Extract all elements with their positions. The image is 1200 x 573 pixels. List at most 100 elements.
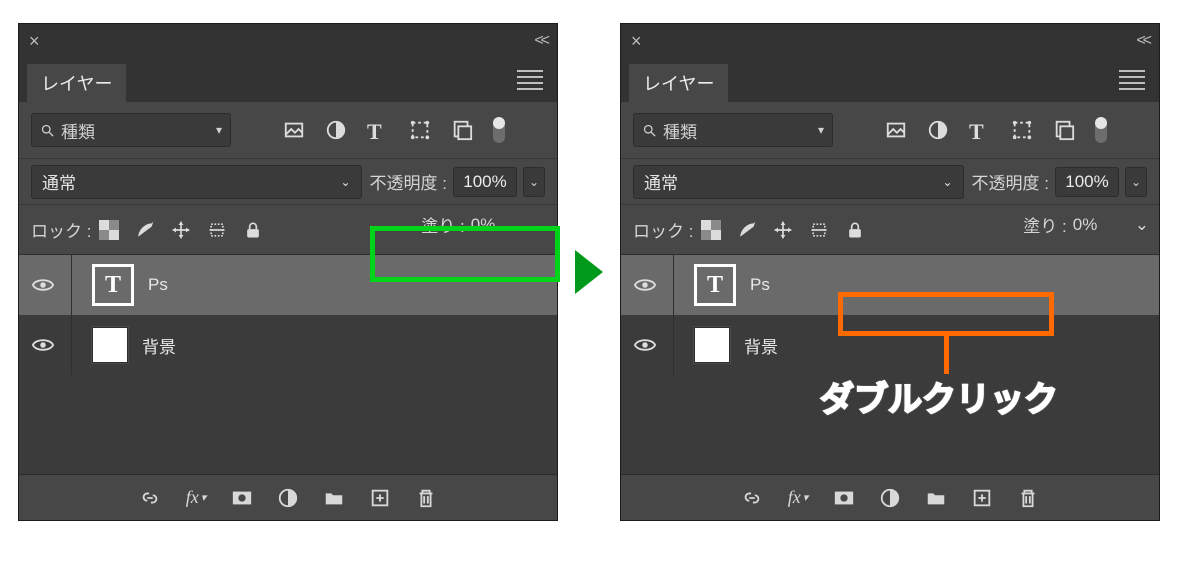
layer-fx-icon[interactable]: fx▾: [185, 487, 207, 509]
layer-name[interactable]: 背景: [142, 333, 176, 358]
blend-row: 通常 ⌄ 不透明度 : 100% ⌄: [621, 158, 1159, 204]
layer-row[interactable]: T Ps: [621, 255, 1159, 315]
chevron-down-icon: ▾: [818, 123, 824, 137]
collapse-icon[interactable]: <<: [1136, 32, 1149, 50]
visibility-toggle[interactable]: [29, 274, 57, 296]
panel-topbar: × <<: [19, 24, 557, 58]
filter-shape-icon[interactable]: [1011, 119, 1033, 141]
panel-menu-icon[interactable]: [517, 66, 543, 94]
fill-label: 塗り :: [421, 212, 464, 237]
filter-kind-label: 種類: [663, 118, 812, 143]
visibility-toggle[interactable]: [29, 334, 57, 356]
lock-position-icon[interactable]: [171, 220, 191, 240]
search-icon: [40, 123, 55, 138]
filter-type-icon[interactable]: T: [969, 119, 991, 141]
fill-value[interactable]: 0%: [1073, 215, 1129, 235]
annotation-arrow-icon: [575, 250, 603, 294]
filter-smartobject-icon[interactable]: [1053, 119, 1075, 141]
layers-panel-left: × << レイヤー 種類 ▾ T: [18, 23, 558, 521]
panel-tab-row: レイヤー: [19, 58, 557, 102]
filter-type-icons: T: [243, 117, 545, 143]
layer-mask-icon[interactable]: [231, 487, 253, 509]
opacity-dropdown[interactable]: ⌄: [1125, 167, 1147, 197]
chevron-down-icon: ▾: [216, 123, 222, 137]
filter-pixel-icon[interactable]: [283, 119, 305, 141]
opacity-dropdown[interactable]: ⌄: [523, 167, 545, 197]
lock-artboard-icon[interactable]: [809, 220, 829, 240]
new-group-icon[interactable]: [925, 487, 947, 509]
panel-menu-icon[interactable]: [1119, 66, 1145, 94]
lock-row: ロック : 塗り : 0% ⌄: [19, 204, 557, 254]
panel-footer: fx▾: [621, 474, 1159, 520]
lock-all-icon[interactable]: [243, 220, 263, 240]
filter-kind-label: 種類: [61, 118, 210, 143]
layer-row[interactable]: 背景: [19, 315, 557, 375]
filter-kind-select[interactable]: 種類 ▾: [31, 113, 231, 147]
panel-topbar: × <<: [621, 24, 1159, 58]
lock-pixels-icon[interactable]: [135, 220, 155, 240]
visibility-toggle[interactable]: [631, 274, 659, 296]
opacity-value[interactable]: 100%: [453, 167, 517, 197]
filter-kind-select[interactable]: 種類 ▾: [633, 113, 833, 147]
lock-position-icon[interactable]: [773, 220, 793, 240]
blend-mode-select[interactable]: 通常 ⌄: [633, 165, 964, 199]
fill-value[interactable]: 0%: [471, 215, 527, 235]
blend-mode-value: 通常: [42, 169, 76, 194]
search-icon: [642, 123, 657, 138]
opacity-label: 不透明度 :: [972, 169, 1049, 194]
filter-type-icon[interactable]: T: [367, 119, 389, 141]
fill-dropdown[interactable]: ⌄: [1135, 215, 1149, 235]
new-group-icon[interactable]: [323, 487, 345, 509]
filter-adjustment-icon[interactable]: [325, 119, 347, 141]
tab-layers[interactable]: レイヤー: [27, 64, 126, 102]
layer-thumbnail-text[interactable]: T: [92, 264, 134, 306]
lock-artboard-icon[interactable]: [207, 220, 227, 240]
filter-adjustment-icon[interactable]: [927, 119, 949, 141]
layer-list: T Ps 背景: [19, 254, 557, 474]
close-icon[interactable]: ×: [29, 31, 40, 52]
annotation-doubleclick-text: ダブルクリック: [820, 372, 1058, 421]
lock-pixels-icon[interactable]: [737, 220, 757, 240]
close-icon[interactable]: ×: [631, 31, 642, 52]
blend-mode-select[interactable]: 通常 ⌄: [31, 165, 362, 199]
filter-toggle[interactable]: [493, 117, 505, 143]
chevron-down-icon: ⌄: [340, 175, 350, 189]
panel-footer: fx▾: [19, 474, 557, 520]
layer-row[interactable]: 背景: [621, 315, 1159, 375]
layer-thumbnail-pixel[interactable]: [694, 327, 730, 363]
lock-transparent-icon[interactable]: [99, 220, 119, 240]
filter-pixel-icon[interactable]: [885, 119, 907, 141]
collapse-icon[interactable]: <<: [534, 32, 547, 50]
layer-name[interactable]: 背景: [744, 333, 778, 358]
layer-name[interactable]: Ps: [148, 275, 168, 295]
new-layer-icon[interactable]: [971, 487, 993, 509]
visibility-toggle[interactable]: [631, 334, 659, 356]
delete-layer-icon[interactable]: [1017, 487, 1039, 509]
adjustment-layer-icon[interactable]: [879, 487, 901, 509]
tab-layers[interactable]: レイヤー: [629, 64, 728, 102]
delete-layer-icon[interactable]: [415, 487, 437, 509]
layer-fx-icon[interactable]: fx▾: [787, 487, 809, 509]
fill-dropdown[interactable]: ⌄: [533, 215, 547, 235]
chevron-down-icon: ⌄: [942, 175, 952, 189]
layer-thumbnail-pixel[interactable]: [92, 327, 128, 363]
opacity-value[interactable]: 100%: [1055, 167, 1119, 197]
layer-name[interactable]: Ps: [750, 275, 770, 295]
filter-smartobject-icon[interactable]: [451, 119, 473, 141]
filter-shape-icon[interactable]: [409, 119, 431, 141]
link-layers-icon[interactable]: [139, 487, 161, 509]
lock-transparent-icon[interactable]: [701, 220, 721, 240]
fill-label: 塗り :: [1023, 212, 1066, 237]
filter-toggle[interactable]: [1095, 117, 1107, 143]
panel-tab-row: レイヤー: [621, 58, 1159, 102]
eye-icon: [32, 334, 54, 356]
layer-filter-row: 種類 ▾ T: [621, 102, 1159, 158]
filter-type-icons: T: [845, 117, 1147, 143]
link-layers-icon[interactable]: [741, 487, 763, 509]
lock-all-icon[interactable]: [845, 220, 865, 240]
new-layer-icon[interactable]: [369, 487, 391, 509]
layer-mask-icon[interactable]: [833, 487, 855, 509]
layer-thumbnail-text[interactable]: T: [694, 264, 736, 306]
layer-row[interactable]: T Ps: [19, 255, 557, 315]
adjustment-layer-icon[interactable]: [277, 487, 299, 509]
